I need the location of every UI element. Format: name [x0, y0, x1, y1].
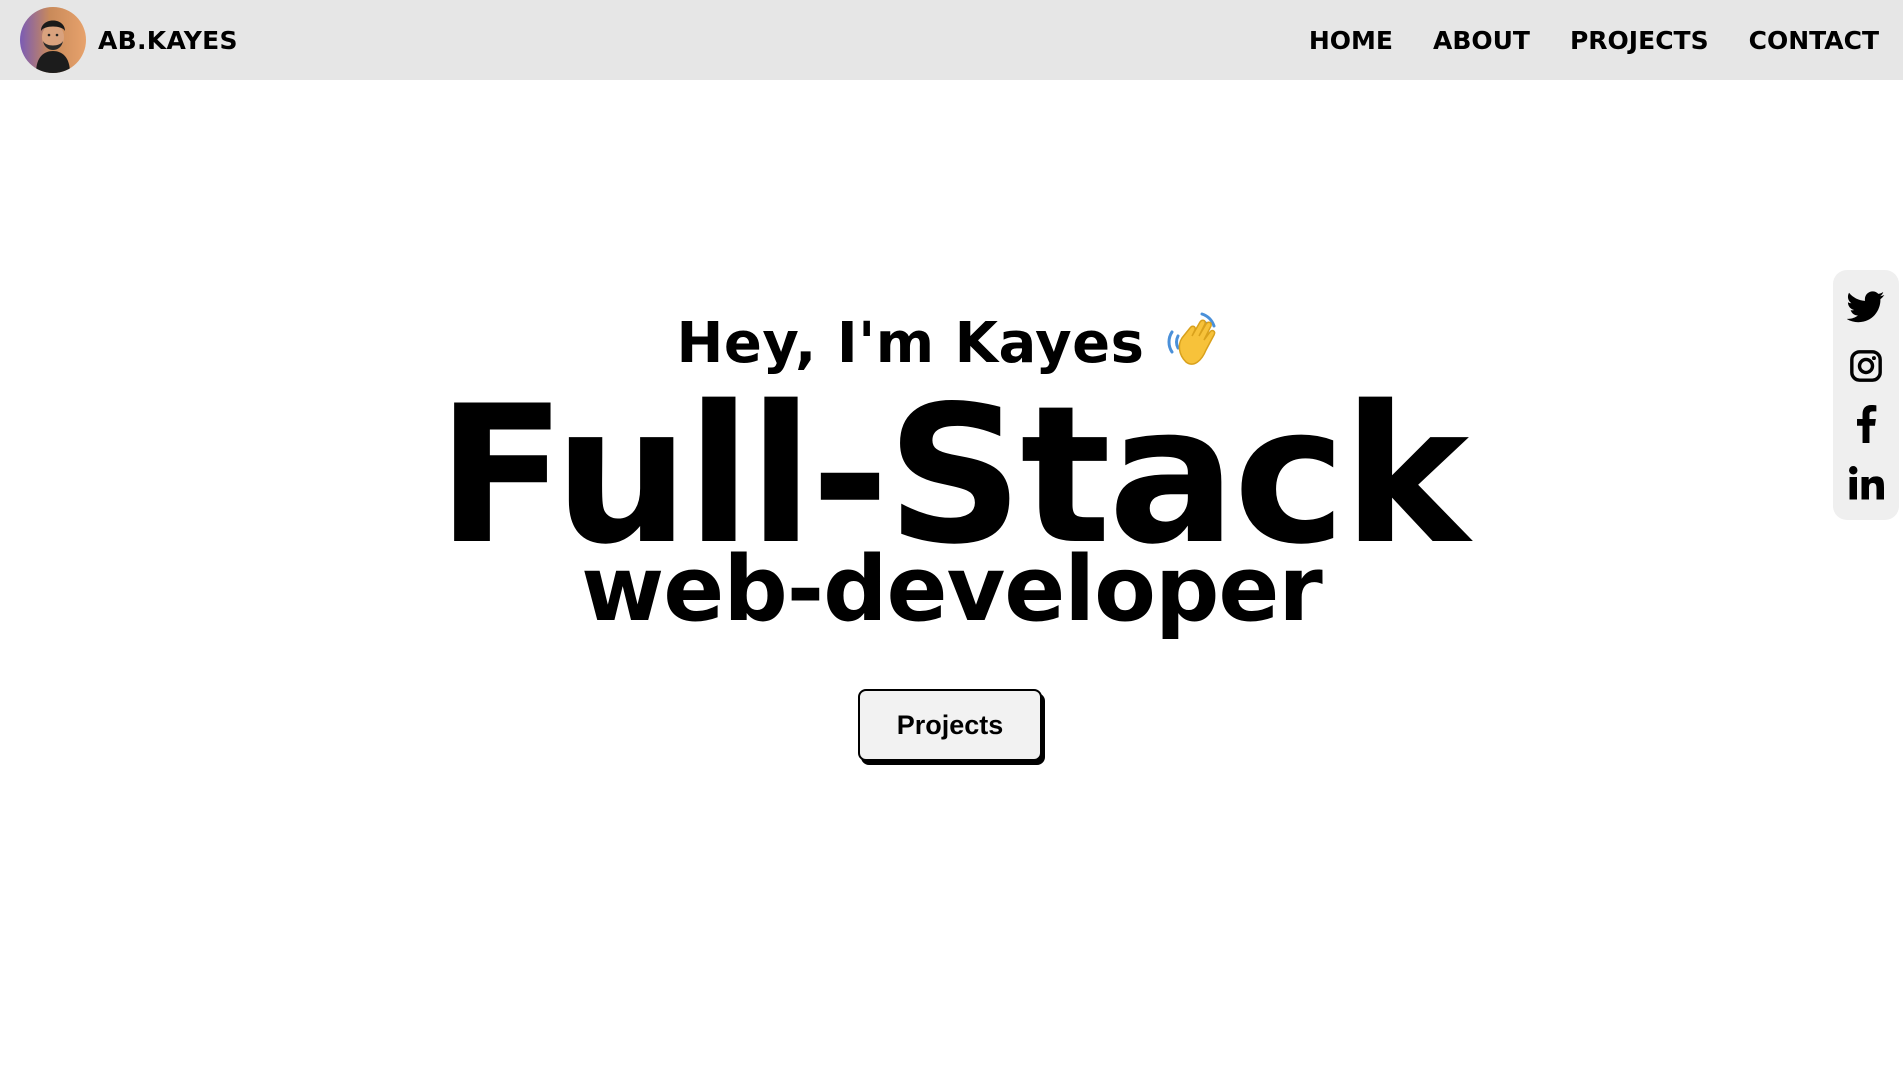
instagram-icon[interactable]: [1846, 346, 1886, 386]
nav-about-link[interactable]: ABOUT: [1433, 26, 1530, 55]
subheadline: web-developer: [581, 537, 1323, 642]
avatar: [20, 7, 86, 73]
nav-projects-link[interactable]: PROJECTS: [1570, 26, 1709, 55]
nav-home-link[interactable]: HOME: [1309, 26, 1393, 55]
linkedin-icon[interactable]: [1846, 463, 1886, 503]
social-sidebar: [1833, 270, 1899, 520]
nav-contact-link[interactable]: CONTACT: [1749, 26, 1879, 55]
facebook-icon[interactable]: [1846, 404, 1886, 444]
main-nav: HOME ABOUT PROJECTS CONTACT: [1309, 26, 1879, 55]
projects-button[interactable]: Projects: [858, 689, 1042, 761]
brand-logo[interactable]: AB.KAYES: [20, 7, 238, 73]
hero-section: Hey, I'm Kayes Full-Stack web-developer …: [0, 80, 1903, 1080]
twitter-icon[interactable]: [1846, 287, 1886, 327]
brand-name: AB.KAYES: [98, 25, 238, 55]
top-navbar: AB.KAYES HOME ABOUT PROJECTS CONTACT: [0, 0, 1903, 80]
